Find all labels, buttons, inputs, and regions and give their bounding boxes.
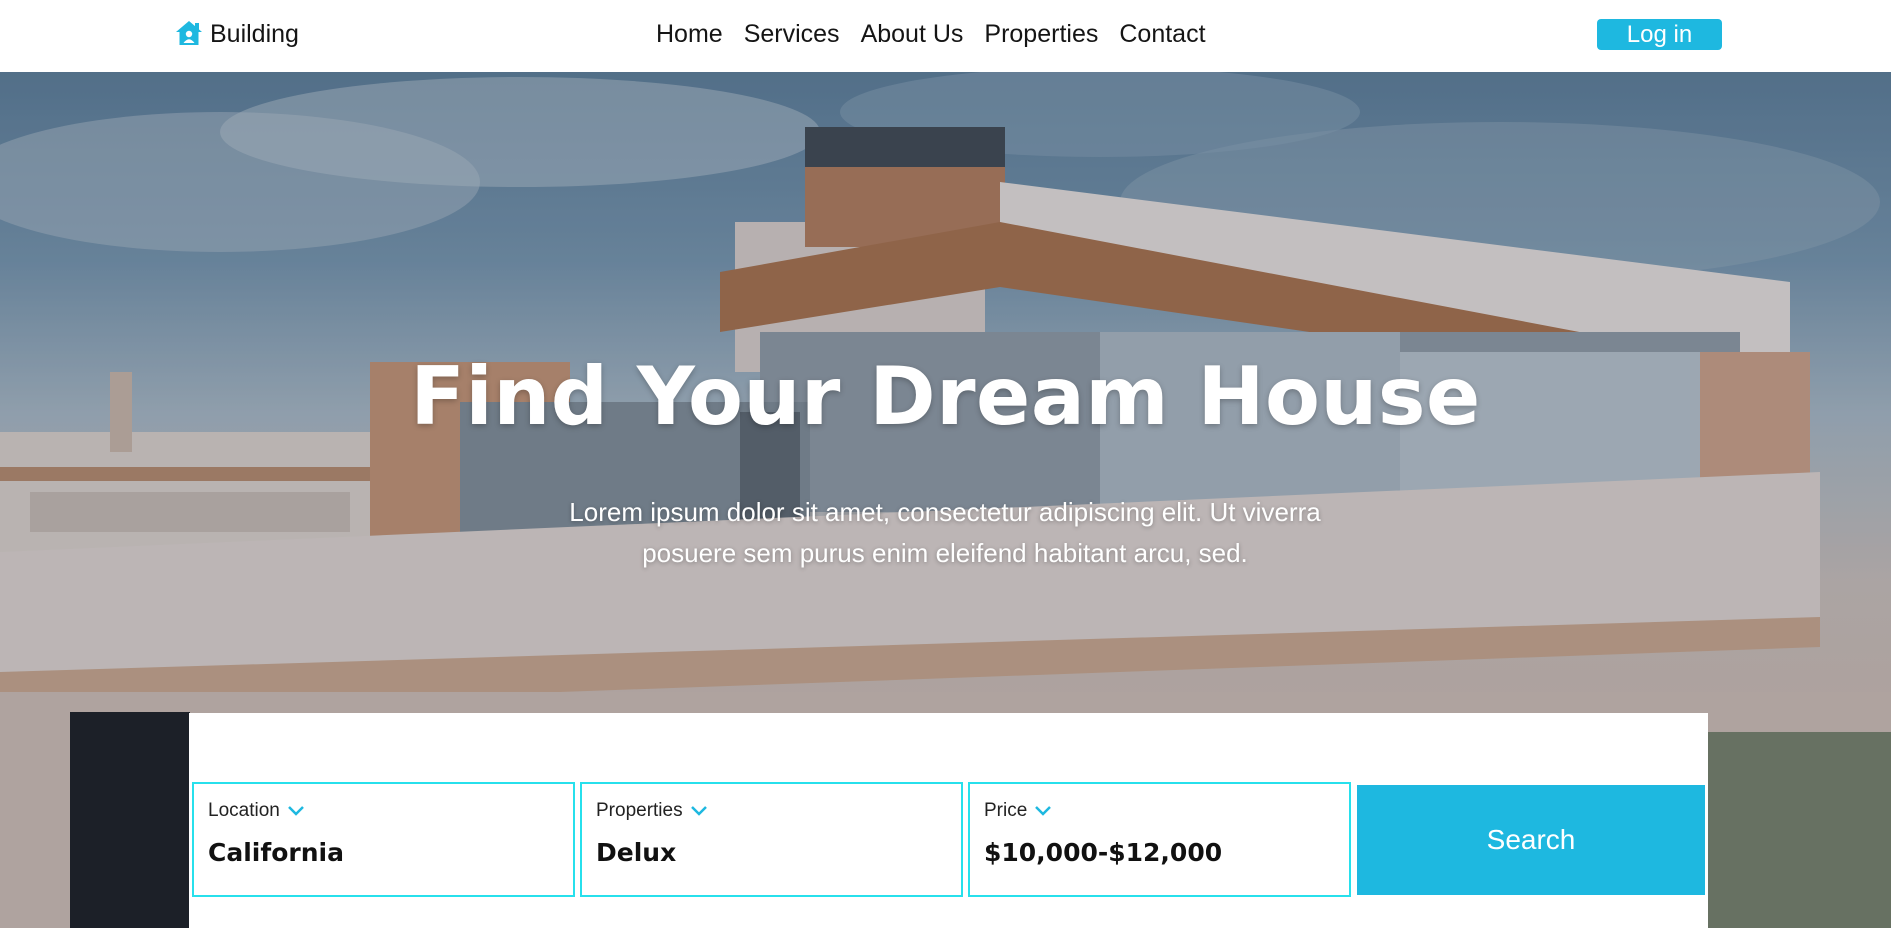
top-navbar: Building Home Services About Us Properti… <box>0 0 1891 72</box>
chevron-down-icon <box>690 806 707 816</box>
properties-value: Delux <box>596 838 677 867</box>
brand-logo[interactable]: Building <box>174 16 299 52</box>
property-search-panel: Location California Properties Delux Pri… <box>189 713 1708 928</box>
nav-link-services[interactable]: Services <box>744 20 840 49</box>
price-select[interactable]: Price $10,000-$12,000 <box>968 782 1351 897</box>
hero-title: Find Your Dream House <box>410 350 1481 443</box>
price-value: $10,000-$12,000 <box>984 838 1223 867</box>
chevron-down-icon <box>1035 806 1052 816</box>
main-nav: Home Services About Us Properties Contac… <box>656 16 1206 52</box>
hero-subtitle: Lorem ipsum dolor sit amet, consectetur … <box>569 497 1321 568</box>
price-label: Price <box>984 800 1028 821</box>
nav-link-about-us[interactable]: About Us <box>861 20 964 49</box>
brand-name: Building <box>210 19 299 48</box>
nav-link-contact[interactable]: Contact <box>1119 20 1205 49</box>
nav-link-home[interactable]: Home <box>656 20 723 49</box>
location-value: California <box>208 838 344 867</box>
chevron-down-icon <box>287 806 304 816</box>
nav-link-properties[interactable]: Properties <box>984 20 1098 49</box>
search-button[interactable]: Search <box>1357 785 1705 895</box>
hero-section: Find Your Dream House Lorem ipsum dolor … <box>0 72 1891 928</box>
properties-select[interactable]: Properties Delux <box>580 782 963 897</box>
login-button[interactable]: Log in <box>1597 19 1722 50</box>
location-label: Location <box>208 800 280 821</box>
properties-label: Properties <box>596 800 683 821</box>
location-select[interactable]: Location California <box>192 782 575 897</box>
house-icon <box>176 21 202 45</box>
